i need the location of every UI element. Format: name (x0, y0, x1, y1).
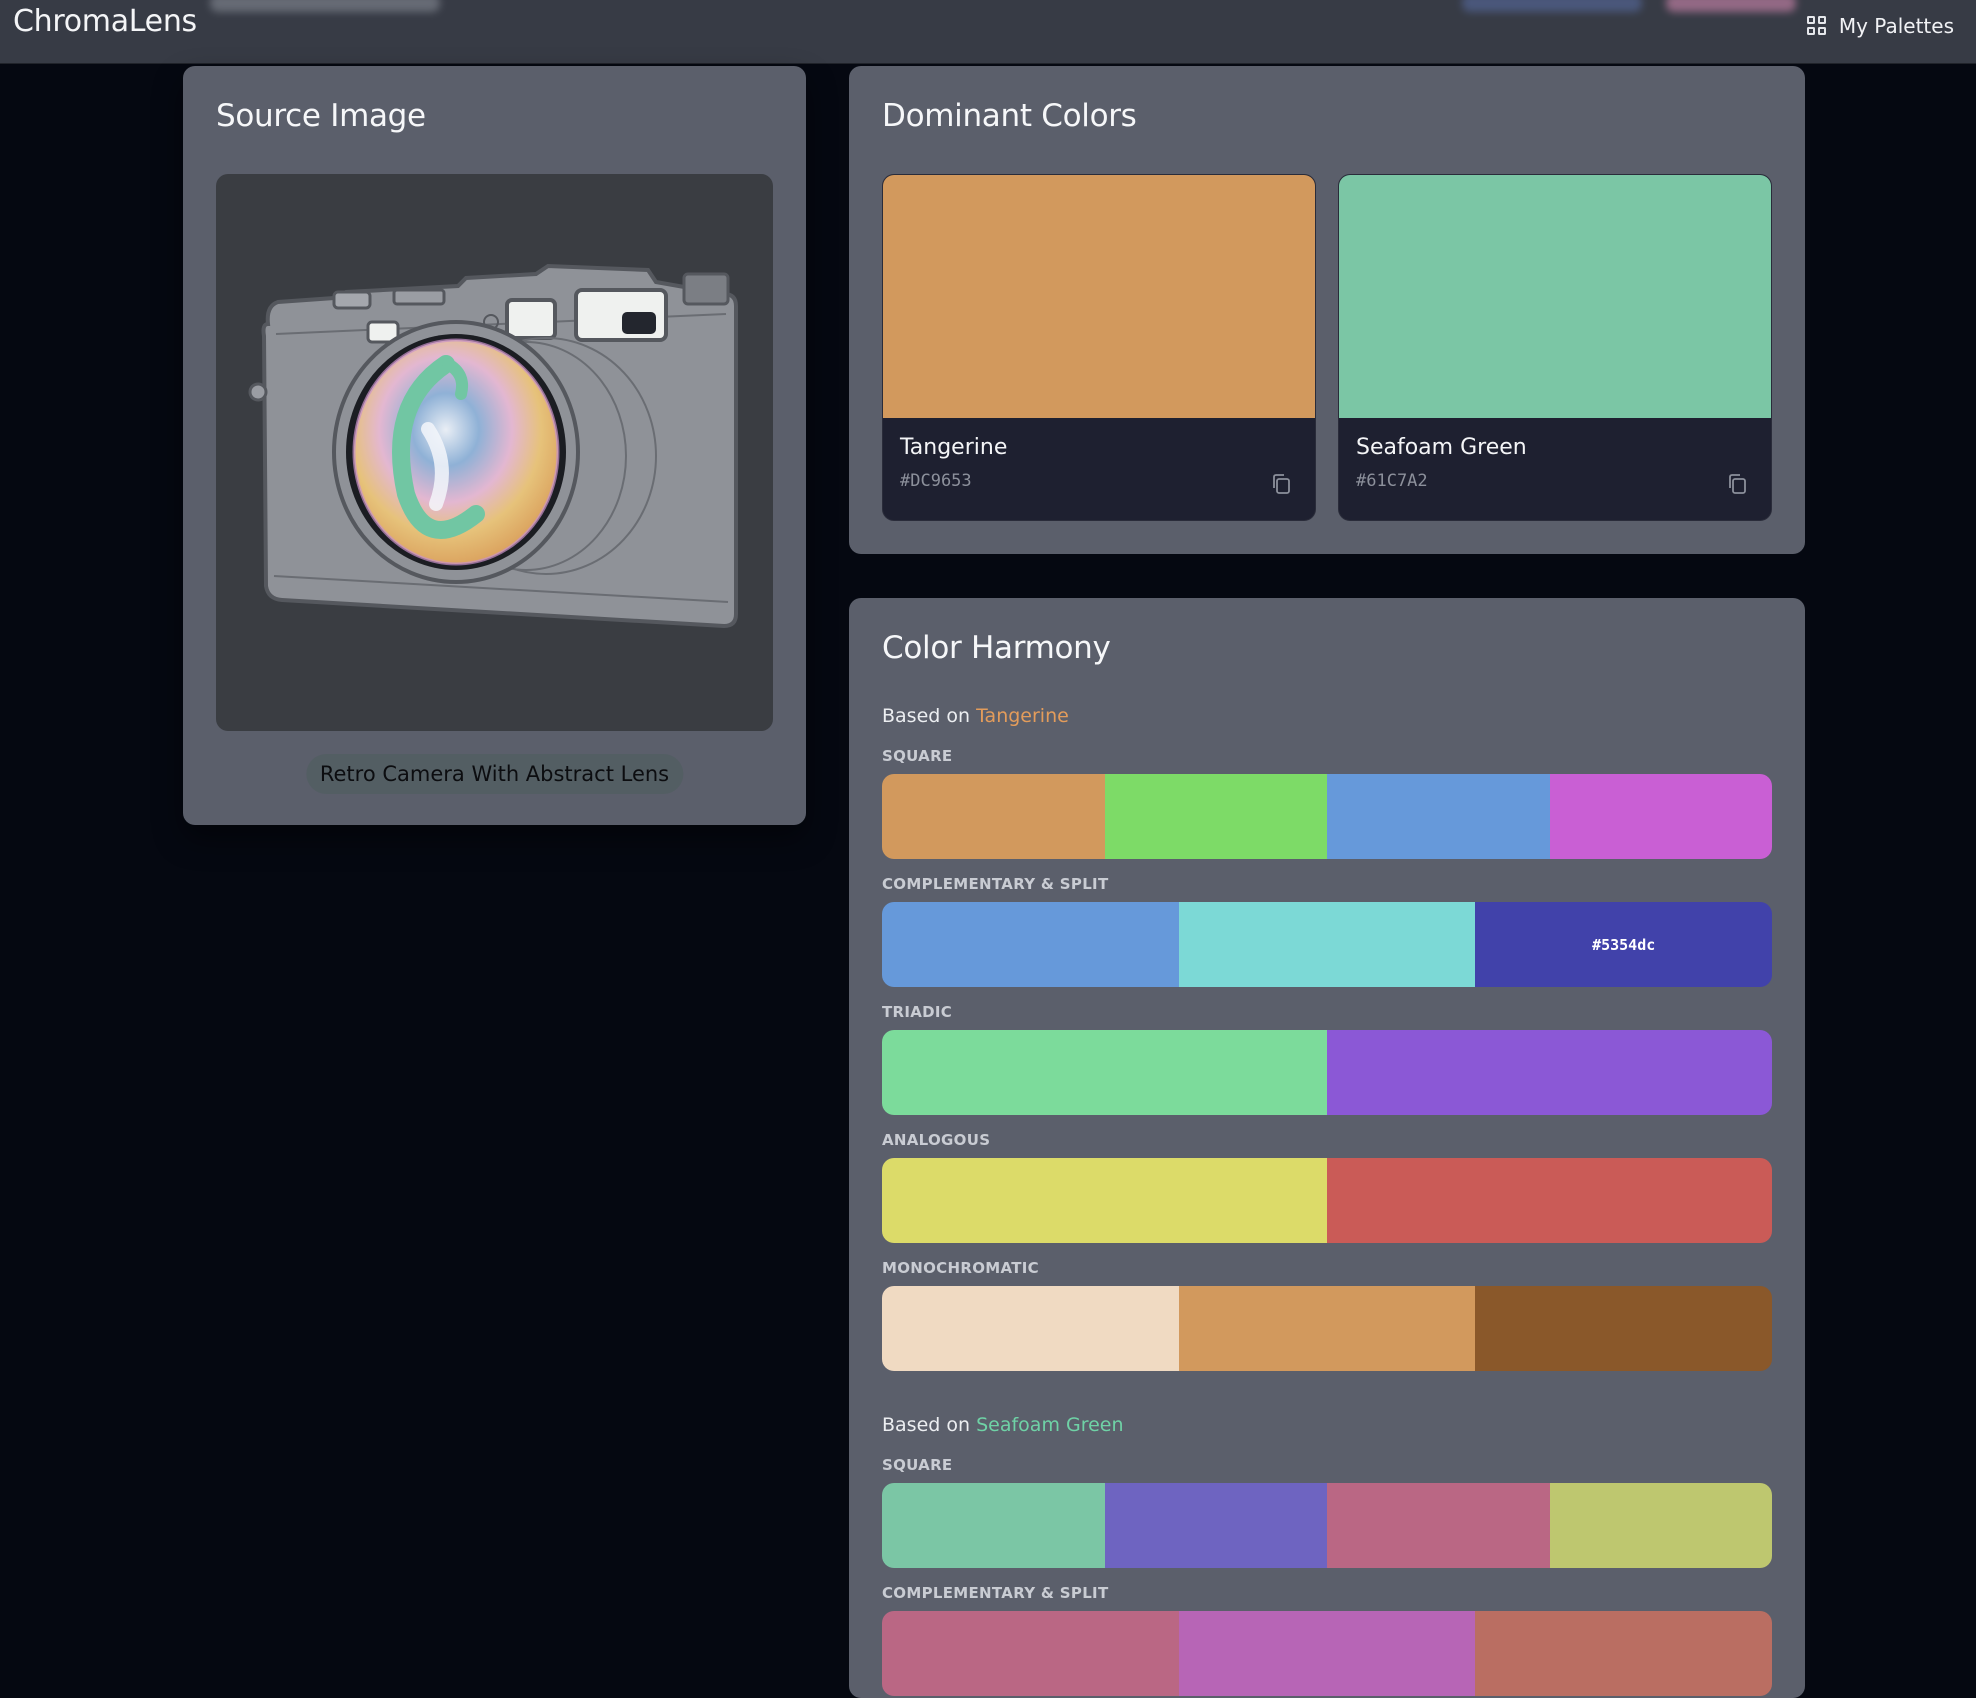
source-image-panel: Source Image Retro Camera With Abstract … (183, 66, 806, 825)
dominant-colors-panel: Dominant Colors Tangerine #DC9653 Seafoa… (849, 66, 1805, 554)
scheme-bar-analogous (882, 1158, 1772, 1243)
image-caption: Retro Camera With Abstract Lens (305, 754, 684, 794)
scheme-label-complementary: COMPLEMENTARY & SPLIT (882, 1584, 1109, 1602)
scheme-swatch[interactable] (882, 774, 1105, 859)
scheme-swatch[interactable] (882, 1158, 1327, 1243)
my-palettes-label: My Palettes (1838, 14, 1954, 38)
color-name: Tangerine (900, 435, 1008, 460)
color-hex: #61C7A2 (1356, 471, 1428, 491)
header-blur-right (1666, 0, 1796, 12)
scheme-swatch[interactable] (1327, 1483, 1550, 1568)
scheme-swatch[interactable] (882, 1483, 1105, 1568)
swatch-tangerine[interactable] (883, 175, 1315, 418)
scheme-swatch[interactable] (882, 902, 1179, 987)
scheme-label-square: SQUARE (882, 1456, 953, 1474)
scheme-swatch[interactable] (882, 1611, 1179, 1696)
color-card-tangerine[interactable]: Tangerine #DC9653 (882, 174, 1316, 521)
scheme-label-complementary: COMPLEMENTARY & SPLIT (882, 875, 1109, 893)
color-card-seafoam-green[interactable]: Seafoam Green #61C7A2 (1338, 174, 1772, 521)
scheme-bar-square (882, 1483, 1772, 1568)
scheme-swatch[interactable] (1104, 774, 1327, 859)
source-image (216, 174, 773, 731)
scheme-bar-square (882, 774, 1772, 859)
based-on-color-name: Seafoam Green (976, 1414, 1124, 1436)
header-blur-left (210, 0, 440, 12)
color-name: Seafoam Green (1356, 435, 1527, 460)
scheme-bar-triadic (882, 1030, 1772, 1115)
color-harmony-title: Color Harmony (882, 630, 1111, 666)
scheme-swatch[interactable] (1549, 1483, 1772, 1568)
scheme-swatch[interactable] (1178, 1286, 1476, 1371)
camera-illustration (248, 263, 738, 629)
scheme-label-analogous: ANALOGOUS (882, 1131, 991, 1149)
top-bar: ChromaLens My Palettes (0, 0, 1976, 64)
scheme-swatch[interactable] (882, 1286, 1179, 1371)
scheme-bar-complementary: #5354dc (882, 902, 1772, 987)
grid-icon (1806, 16, 1827, 36)
copy-icon[interactable] (1727, 473, 1747, 495)
based-on-prefix: Based on (882, 1414, 971, 1436)
based-on-prefix: Based on (882, 705, 971, 727)
my-palettes-link[interactable]: My Palettes (1806, 12, 1954, 40)
copy-icon[interactable] (1271, 473, 1291, 495)
swatch-hex-label: #5354dc (1592, 935, 1656, 954)
dominant-colors-title: Dominant Colors (882, 98, 1137, 134)
swatch-seafoam-green[interactable] (1339, 175, 1771, 418)
scheme-swatch[interactable] (1178, 902, 1476, 987)
scheme-label-square: SQUARE (882, 747, 953, 765)
scheme-bar-complementary (882, 1611, 1772, 1696)
scheme-swatch[interactable] (882, 1030, 1327, 1115)
scheme-label-triadic: TRIADIC (882, 1003, 953, 1021)
color-harmony-panel: Color Harmony Based on Tangerine SQUARE … (849, 598, 1805, 1698)
scheme-swatch[interactable] (1549, 774, 1772, 859)
scheme-swatch[interactable] (1178, 1611, 1476, 1696)
scheme-swatch[interactable] (1104, 1483, 1327, 1568)
scheme-swatch[interactable] (1327, 774, 1550, 859)
scheme-swatch-hovered[interactable]: #5354dc (1475, 902, 1772, 987)
based-on-color-name: Tangerine (976, 705, 1069, 727)
scheme-label-monochromatic: MONOCHROMATIC (882, 1259, 1039, 1277)
scheme-bar-monochromatic (882, 1286, 1772, 1371)
scheme-swatch[interactable] (1327, 1158, 1772, 1243)
header-blur-mid (1462, 0, 1642, 12)
based-on-heading: Based on Tangerine (882, 705, 1069, 727)
brand-logo[interactable]: ChromaLens (13, 4, 197, 39)
source-image-title: Source Image (216, 98, 426, 134)
scheme-swatch[interactable] (1475, 1286, 1772, 1371)
scheme-swatch[interactable] (1475, 1611, 1772, 1696)
color-hex: #DC9653 (900, 471, 972, 491)
based-on-heading: Based on Seafoam Green (882, 1414, 1124, 1436)
scheme-swatch[interactable] (1327, 1030, 1772, 1115)
